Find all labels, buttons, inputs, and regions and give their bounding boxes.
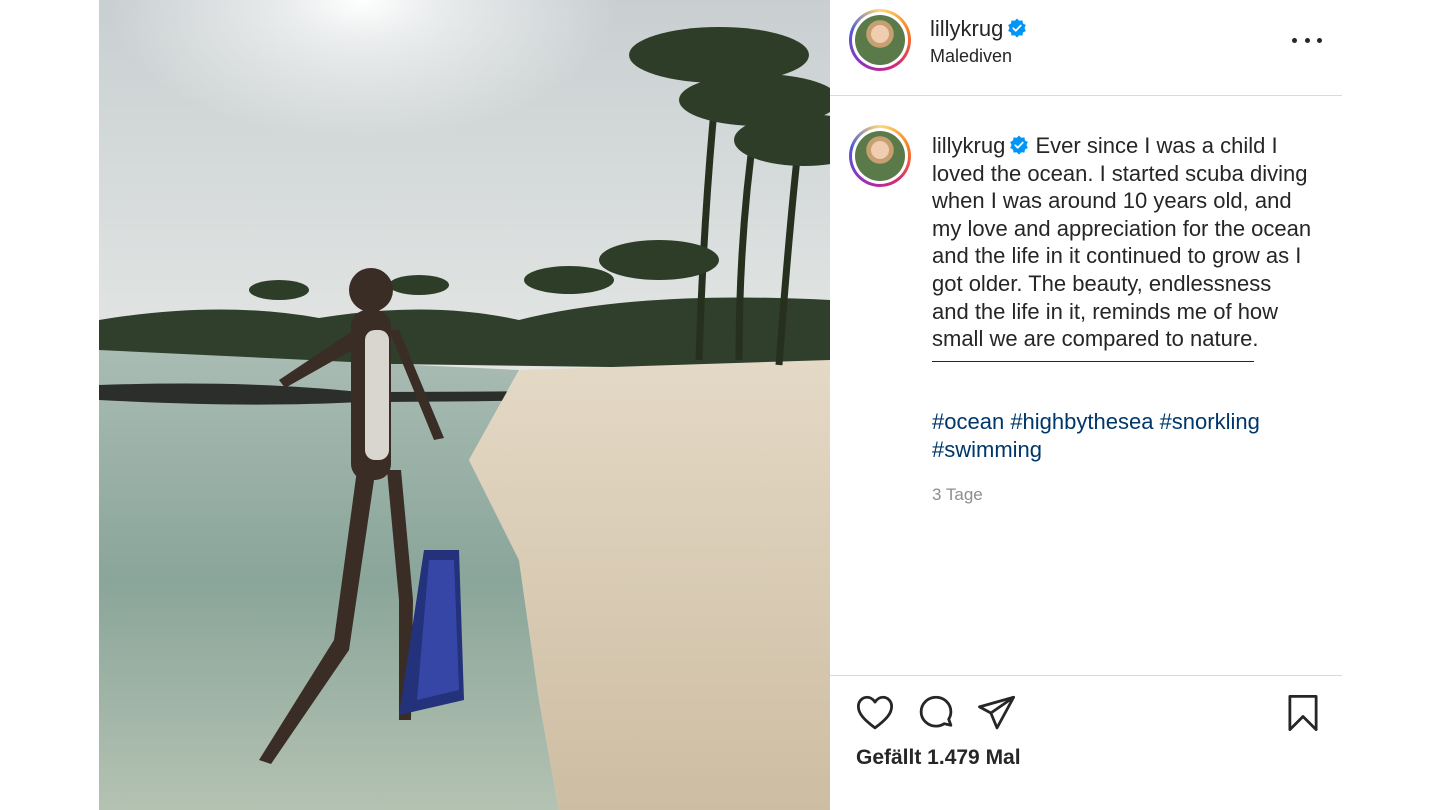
profile-avatar[interactable]	[849, 9, 911, 71]
save-button[interactable]	[1282, 692, 1324, 734]
caption-username[interactable]: lillykrug	[932, 133, 1005, 158]
more-options-icon-dot	[1317, 37, 1322, 43]
heart-icon	[856, 695, 894, 730]
hashtag-list: #ocean #highbythesea #snorkling #swimmin…	[932, 408, 1312, 463]
beach-photo-illustration	[99, 0, 830, 810]
hashtag-link[interactable]: #snorkling	[1160, 409, 1260, 434]
post-details-panel: lillykrug Malediven lillykrug Ever since…	[830, 0, 1342, 810]
hashtag-link[interactable]: #highbythesea	[1010, 409, 1153, 434]
hashtag-link[interactable]: #ocean	[932, 409, 1004, 434]
paper-plane-icon	[978, 695, 1016, 730]
caption-avatar[interactable]	[849, 125, 911, 187]
post-header: lillykrug Malediven	[830, 0, 1342, 96]
verified-badge-icon	[1010, 135, 1029, 155]
post-actions-bar: Gefällt 1.479 Mal	[830, 675, 1342, 810]
likes-count[interactable]: Gefällt 1.479 Mal	[856, 746, 1021, 770]
like-button[interactable]	[854, 692, 896, 734]
hashtag-link[interactable]: #swimming	[932, 437, 1042, 462]
post-location[interactable]: Malediven	[930, 46, 1012, 67]
share-button[interactable]	[976, 692, 1018, 734]
post-photo[interactable]	[99, 0, 830, 810]
post-timestamp[interactable]: 3 Tage	[932, 485, 983, 505]
header-username[interactable]: lillykrug	[930, 16, 1027, 42]
bookmark-icon	[1288, 694, 1318, 732]
more-options-icon-dot	[1304, 37, 1310, 43]
caption-divider	[932, 360, 1254, 362]
verified-badge-icon	[1008, 18, 1027, 38]
more-options-icon	[1292, 37, 1297, 43]
more-options-button[interactable]	[1292, 30, 1322, 50]
post-caption: lillykrug Ever since I was a child I lov…	[932, 132, 1312, 362]
caption-text: Ever since I was a child I loved the oce…	[932, 133, 1312, 352]
comment-button[interactable]	[915, 692, 957, 734]
comment-bubble-icon	[919, 695, 953, 728]
